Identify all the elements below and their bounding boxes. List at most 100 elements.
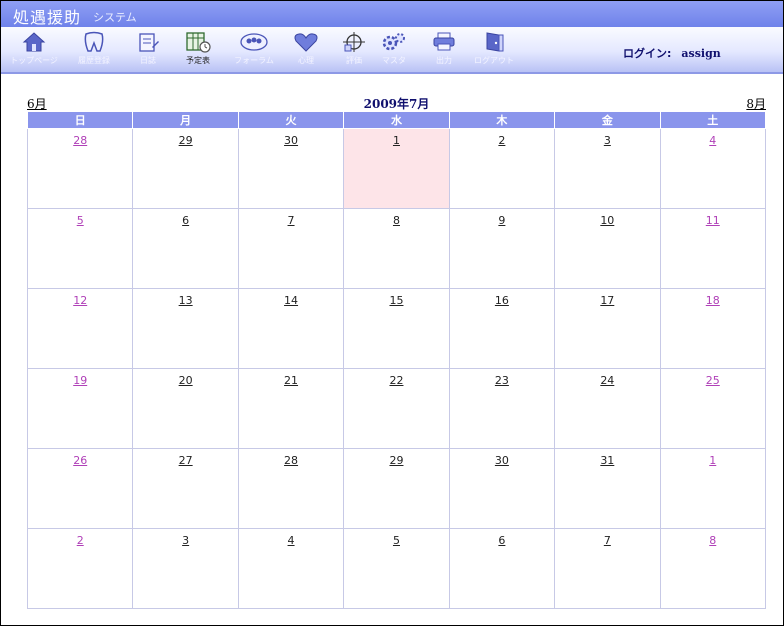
day-link[interactable]: 30 [284, 134, 298, 147]
day-cell[interactable]: 6 [448, 528, 556, 609]
day-link[interactable]: 2 [498, 134, 505, 147]
day-link[interactable]: 28 [73, 134, 87, 147]
day-link[interactable]: 21 [284, 374, 298, 387]
day-link[interactable]: 26 [73, 454, 87, 467]
day-link[interactable]: 6 [498, 534, 505, 547]
day-link[interactable]: 25 [706, 374, 720, 387]
day-cell[interactable]: 4 [659, 128, 767, 209]
toolbar-logout-button[interactable]: ログアウト [465, 29, 523, 71]
day-cell[interactable]: 2 [26, 528, 134, 609]
day-link[interactable]: 9 [498, 214, 505, 227]
day-cell[interactable]: 28 [26, 128, 134, 209]
day-cell[interactable]: 23 [448, 368, 556, 449]
day-link[interactable]: 15 [389, 294, 403, 307]
day-link[interactable]: 17 [600, 294, 614, 307]
login-info: ログイン: assign [623, 45, 721, 61]
day-cell[interactable]: 11 [659, 208, 767, 289]
toolbar-top-page-button[interactable]: トップページ [5, 29, 63, 71]
day-cell[interactable]: 13 [132, 288, 239, 369]
day-link[interactable]: 14 [284, 294, 298, 307]
day-link[interactable]: 18 [706, 294, 720, 307]
day-link[interactable]: 31 [600, 454, 614, 467]
app-subtitle: システム [93, 11, 137, 24]
day-link[interactable]: 22 [389, 374, 403, 387]
day-link[interactable]: 28 [284, 454, 298, 467]
day-link[interactable]: 10 [600, 214, 614, 227]
day-link[interactable]: 2 [77, 534, 84, 547]
day-cell[interactable]: 7 [237, 208, 345, 289]
day-cell[interactable]: 5 [26, 208, 134, 289]
day-cell[interactable]: 22 [343, 368, 450, 449]
day-cell[interactable]: 20 [132, 368, 239, 449]
calendar-week-row: 5 6 7 8 9 10 11 [26, 208, 767, 289]
day-cell[interactable]: 25 [659, 368, 767, 449]
day-cell[interactable]: 3 [554, 128, 661, 209]
tooth-icon [84, 31, 104, 52]
app-window: 処遇援助 システム トップページ 履歴登録 日誌 予定表 フォーラム 心理 評価… [0, 0, 784, 626]
day-cell[interactable]: 2 [448, 128, 556, 209]
day-link[interactable]: 27 [179, 454, 193, 467]
day-cell[interactable]: 30 [237, 128, 345, 209]
day-link[interactable]: 1 [393, 134, 400, 147]
day-cell[interactable]: 6 [132, 208, 239, 289]
toolbar-history-button[interactable]: 履歴登録 [65, 29, 123, 71]
calendar-icon [186, 32, 211, 53]
day-link[interactable]: 7 [604, 534, 611, 547]
day-link[interactable]: 4 [288, 534, 295, 547]
day-cell[interactable]: 31 [554, 448, 661, 529]
day-cell-today[interactable]: 1 [343, 128, 450, 209]
toolbar-schedule-button[interactable]: 予定表 [169, 29, 227, 71]
day-cell[interactable]: 27 [132, 448, 239, 529]
day-link[interactable]: 3 [182, 534, 189, 547]
day-link[interactable]: 4 [709, 134, 716, 147]
day-cell[interactable]: 14 [237, 288, 345, 369]
day-cell[interactable]: 3 [132, 528, 239, 609]
day-cell[interactable]: 12 [26, 288, 134, 369]
day-cell[interactable]: 29 [343, 448, 450, 529]
day-link[interactable]: 7 [288, 214, 295, 227]
day-link[interactable]: 13 [179, 294, 193, 307]
day-link[interactable]: 6 [182, 214, 189, 227]
day-cell[interactable]: 5 [343, 528, 450, 609]
weekday-header: 土 [659, 111, 767, 129]
day-link[interactable]: 1 [709, 454, 716, 467]
calendar-grid: 日 月 火 水 木 金 土 28 29 30 1 2 3 4 5 6 7 8 9… [26, 111, 767, 609]
day-link[interactable]: 8 [709, 534, 716, 547]
day-cell[interactable]: 17 [554, 288, 661, 369]
day-link[interactable]: 12 [73, 294, 87, 307]
day-cell[interactable]: 21 [237, 368, 345, 449]
day-link[interactable]: 24 [600, 374, 614, 387]
day-cell[interactable]: 9 [448, 208, 556, 289]
day-link[interactable]: 23 [495, 374, 509, 387]
day-link[interactable]: 11 [706, 214, 720, 227]
weekday-header: 金 [554, 111, 661, 129]
day-link[interactable]: 29 [389, 454, 403, 467]
day-cell[interactable]: 7 [554, 528, 661, 609]
day-cell[interactable]: 18 [659, 288, 767, 369]
day-link[interactable]: 29 [179, 134, 193, 147]
day-cell[interactable]: 8 [343, 208, 450, 289]
day-link[interactable]: 16 [495, 294, 509, 307]
day-cell[interactable]: 16 [448, 288, 556, 369]
month-title: 2009年7月 [363, 97, 430, 111]
day-cell[interactable]: 29 [132, 128, 239, 209]
day-link[interactable]: 5 [77, 214, 84, 227]
day-cell[interactable]: 19 [26, 368, 134, 449]
day-link[interactable]: 19 [73, 374, 87, 387]
day-cell[interactable]: 26 [26, 448, 134, 529]
day-cell[interactable]: 28 [237, 448, 345, 529]
next-month-link[interactable]: 8月 [746, 95, 766, 112]
day-link[interactable]: 8 [393, 214, 400, 227]
day-cell[interactable]: 1 [659, 448, 767, 529]
day-link[interactable]: 20 [179, 374, 193, 387]
day-link[interactable]: 5 [393, 534, 400, 547]
day-link[interactable]: 30 [495, 454, 509, 467]
day-cell[interactable]: 8 [659, 528, 767, 609]
day-link[interactable]: 3 [604, 134, 611, 147]
day-cell[interactable]: 30 [448, 448, 556, 529]
day-cell[interactable]: 10 [554, 208, 661, 289]
day-cell[interactable]: 15 [343, 288, 450, 369]
day-cell[interactable]: 4 [237, 528, 345, 609]
day-cell[interactable]: 24 [554, 368, 661, 449]
toolbar-forum-button[interactable]: フォーラム [225, 29, 283, 71]
